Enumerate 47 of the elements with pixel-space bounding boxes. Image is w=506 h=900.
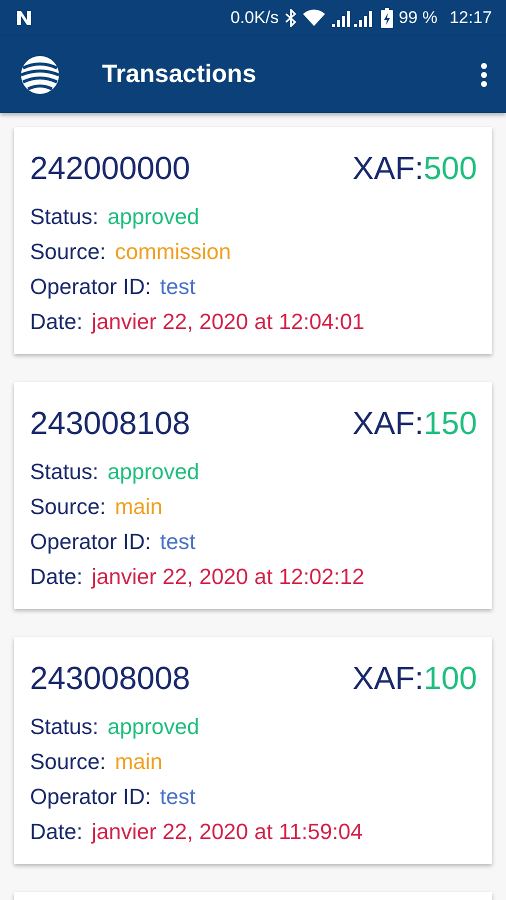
field-label: Source: — [30, 748, 106, 774]
globe-logo-icon — [20, 54, 60, 94]
field-label: Date: — [30, 564, 83, 590]
field-value: janvier 22, 2020 at 12:04:01 — [92, 308, 364, 334]
amount: 150 — [424, 404, 477, 442]
battery-level: 99 % — [398, 8, 438, 28]
field-value: janvier 22, 2020 at 11:59:04 — [92, 818, 363, 844]
amount: 500 — [424, 150, 477, 186]
transaction-card[interactable]: 243008008 XAF:100 Status: approved Source: main Operator ID: test Date: janvier 22, 2020 at 11:59:04 — [14, 637, 492, 864]
signal-icon — [330, 9, 375, 27]
field-value: commission — [114, 238, 231, 264]
field-value: test — [160, 528, 196, 554]
currency-label: XAF: — [352, 660, 424, 696]
notification-icon — [16, 10, 32, 26]
field-label: Date: — [30, 818, 83, 844]
field-label: Status: — [30, 458, 98, 484]
field-label: Status: — [30, 714, 98, 740]
transaction-card[interactable]: 242000000 XAF:500 Status: approved Source: commission Operator ID: test Date: janvier 22, 2020 at 12:04:01 — [14, 127, 492, 354]
field-value: approved — [107, 458, 200, 484]
currency-label: XAF: — [352, 404, 424, 442]
network-speed: 0.0K/s — [230, 8, 279, 28]
transaction-number: 243008008 — [30, 660, 190, 696]
more-options-icon[interactable] — [480, 62, 488, 88]
app-title: Transactions — [102, 60, 258, 89]
field-value: approved — [107, 714, 200, 740]
field-label: Operator ID: — [30, 528, 152, 554]
bluetooth-icon — [284, 9, 297, 27]
clock: 12:17 — [449, 8, 492, 28]
field-label: Source: — [30, 494, 106, 520]
field-label: Source: — [30, 238, 106, 264]
field-label: Date: — [30, 308, 83, 334]
battery-icon — [380, 8, 393, 28]
transaction-number: 242000000 — [30, 150, 190, 186]
field-value: main — [114, 748, 163, 774]
field-label: Operator ID: — [30, 274, 152, 300]
field-label: Operator ID: — [30, 784, 152, 810]
field-value: test — [160, 274, 196, 300]
field-value: main — [114, 494, 163, 520]
field-value: test — [160, 784, 196, 810]
amount: 100 — [424, 660, 477, 696]
field-label: Status: — [30, 204, 98, 230]
transaction-number: 243008108 — [30, 404, 190, 442]
wifi-icon — [302, 9, 325, 27]
field-value: approved — [107, 204, 200, 230]
transaction-card[interactable]: 243008108 XAF:150 Status: approved Source: main Operator ID: test Date: janvier 22, 2020 at 12:02:12 — [14, 382, 492, 609]
currency-label: XAF: — [352, 150, 424, 186]
field-value: janvier 22, 2020 at 12:02:12 — [92, 564, 364, 590]
